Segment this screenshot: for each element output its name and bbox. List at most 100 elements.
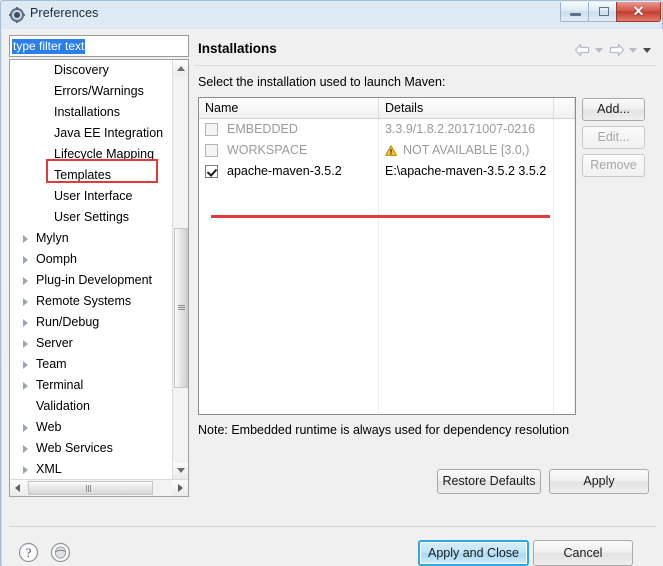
restore-defaults-button[interactable]: Restore Defaults: [437, 469, 541, 494]
cancel-button[interactable]: Cancel: [533, 540, 633, 566]
header-divider: [194, 65, 656, 66]
sidebar-item-web-services[interactable]: Web Services: [10, 438, 173, 459]
sidebar-item-label: Plug-in Development: [36, 273, 153, 287]
installation-name: apache-maven-3.5.2: [227, 164, 342, 178]
cell-name: EMBEDDED: [199, 119, 379, 140]
sidebar-item-remote-systems[interactable]: Remote Systems: [10, 291, 173, 312]
expand-arrow-icon[interactable]: [23, 256, 28, 264]
expand-arrow-icon[interactable]: [23, 361, 28, 369]
column-header-details[interactable]: Details: [379, 98, 554, 118]
table-empty-row: [199, 266, 575, 287]
sidebar-item-server[interactable]: Server: [10, 333, 173, 354]
sidebar-item-label: Validation: [36, 399, 90, 413]
installation-details: E:\apache-maven-3.5.2 3.5.2: [385, 164, 547, 178]
back-arrow-icon[interactable]: [574, 43, 591, 57]
table-row[interactable]: WORKSPACE NOT AVAILABLE [3.0,): [199, 140, 575, 161]
sidebar-item-label: Mylyn: [36, 231, 69, 245]
sidebar-item-label: Terminal: [36, 378, 84, 392]
minimize-button[interactable]: [560, 2, 589, 22]
installation-details: 3.3.9/1.8.2.20171007-0216: [385, 122, 536, 136]
cell-filler: [554, 119, 575, 140]
cell-filler: [554, 161, 575, 182]
maximize-button[interactable]: [588, 2, 617, 22]
installation-details: NOT AVAILABLE [3.0,): [403, 143, 530, 157]
expand-arrow-icon[interactable]: [23, 424, 28, 432]
column-header-filler: [554, 98, 575, 118]
sidebar-item-label: Web Services: [36, 441, 113, 455]
scroll-left-arrow-icon[interactable]: [10, 480, 26, 496]
sidebar-item-user-interface[interactable]: User Interface: [10, 186, 173, 207]
remove-button[interactable]: Remove: [582, 154, 645, 177]
sidebar-item-label: Templates: [54, 168, 111, 182]
view-menu-icon[interactable]: [642, 44, 653, 56]
tree-horizontal-scrollbar[interactable]: [10, 479, 188, 496]
page-header: Installations: [194, 35, 656, 65]
edit-button[interactable]: Edit...: [582, 126, 645, 149]
embedded-runtime-note: Note: Embedded runtime is always used fo…: [198, 423, 570, 437]
sidebar-item-team[interactable]: Team: [10, 354, 173, 375]
apply-button[interactable]: Apply: [549, 469, 649, 494]
help-question-icon[interactable]: ?: [18, 542, 39, 563]
sidebar-item-label: XML: [36, 462, 62, 476]
forward-arrow-icon[interactable]: [608, 43, 625, 57]
cell-filler: [554, 140, 575, 161]
sidebar-item-label: Server: [36, 336, 73, 350]
column-header-name[interactable]: Name: [199, 98, 379, 118]
dialog-body: type filter text Discovery Errors/Warning…: [2, 29, 663, 566]
sidebar-item-terminal[interactable]: Terminal: [10, 375, 173, 396]
expand-arrow-icon[interactable]: [23, 235, 28, 243]
expand-arrow-icon[interactable]: [23, 382, 28, 390]
sidebar-item-user-settings[interactable]: User Settings: [10, 207, 173, 228]
table-empty-row: [199, 392, 575, 413]
expand-arrow-icon[interactable]: [23, 298, 28, 306]
row-checkbox[interactable]: [205, 165, 218, 178]
table-row[interactable]: EMBEDDED 3.3.9/1.8.2.20171007-0216: [199, 119, 575, 140]
back-dropdown-icon[interactable]: [594, 44, 605, 56]
sidebar-item-xml[interactable]: XML: [10, 459, 173, 479]
sidebar-item-lifecycle-mapping[interactable]: Lifecycle Mapping: [10, 144, 173, 165]
sidebar-item-run-debug[interactable]: Run/Debug: [10, 312, 173, 333]
page-description: Select the installation used to launch M…: [198, 75, 446, 89]
sidebar-item-label: Errors/Warnings: [54, 84, 144, 98]
filter-input[interactable]: type filter text: [9, 35, 189, 57]
sidebar-item-errors-warnings[interactable]: Errors/Warnings: [10, 81, 173, 102]
scroll-up-arrow-icon[interactable]: [173, 60, 188, 76]
apply-and-close-button[interactable]: Apply and Close: [418, 540, 529, 566]
scroll-down-arrow-icon[interactable]: [173, 463, 188, 479]
sidebar-item-discovery[interactable]: Discovery: [10, 60, 173, 81]
expand-arrow-icon[interactable]: [23, 445, 28, 453]
expand-arrow-icon[interactable]: [23, 466, 28, 474]
installations-table[interactable]: Name Details EMBEDDED 3.3.9/1.8.2.2017100…: [198, 97, 576, 415]
row-checkbox[interactable]: [205, 123, 218, 136]
close-button[interactable]: ✕: [616, 2, 661, 22]
add-button[interactable]: Add...: [582, 98, 645, 121]
row-checkbox[interactable]: [205, 144, 218, 157]
expand-arrow-icon[interactable]: [23, 340, 28, 348]
forward-dropdown-icon[interactable]: [628, 44, 639, 56]
expand-arrow-icon[interactable]: [23, 277, 28, 285]
sidebar-item-label: Oomph: [36, 252, 77, 266]
oomph-record-icon[interactable]: [50, 542, 71, 563]
vertical-scroll-thumb[interactable]: [174, 228, 188, 388]
sidebar-item-plug-in-development[interactable]: Plug-in Development: [10, 270, 173, 291]
installation-name: WORKSPACE: [227, 143, 308, 157]
preference-page: Installations Select the installation us…: [194, 35, 656, 520]
svg-text:?: ?: [26, 545, 32, 560]
expand-arrow-icon[interactable]: [23, 319, 28, 327]
table-row[interactable]: apache-maven-3.5.2 E:\apache-maven-3.5.2 …: [199, 161, 575, 182]
sidebar-item-mylyn[interactable]: Mylyn: [10, 228, 173, 249]
minimize-icon: [570, 13, 581, 16]
sidebar-item-oomph[interactable]: Oomph: [10, 249, 173, 270]
sidebar-item-java-ee-integration[interactable]: Java EE Integration: [10, 123, 173, 144]
sidebar-item-templates[interactable]: Templates: [10, 165, 173, 186]
table-empty-row: [199, 245, 575, 266]
scroll-right-arrow-icon[interactable]: [172, 480, 188, 496]
tree-vertical-scrollbar[interactable]: [172, 60, 188, 479]
preferences-tree[interactable]: Discovery Errors/Warnings Installations Jav…: [9, 59, 189, 497]
cell-name: apache-maven-3.5.2: [199, 161, 379, 182]
horizontal-scroll-thumb[interactable]: [28, 481, 153, 495]
sidebar-item-installations[interactable]: Installations: [10, 102, 173, 123]
title-bar[interactable]: Preferences ✕: [1, 1, 663, 29]
sidebar-item-web[interactable]: Web: [10, 417, 173, 438]
sidebar-item-validation[interactable]: Validation: [10, 396, 173, 417]
